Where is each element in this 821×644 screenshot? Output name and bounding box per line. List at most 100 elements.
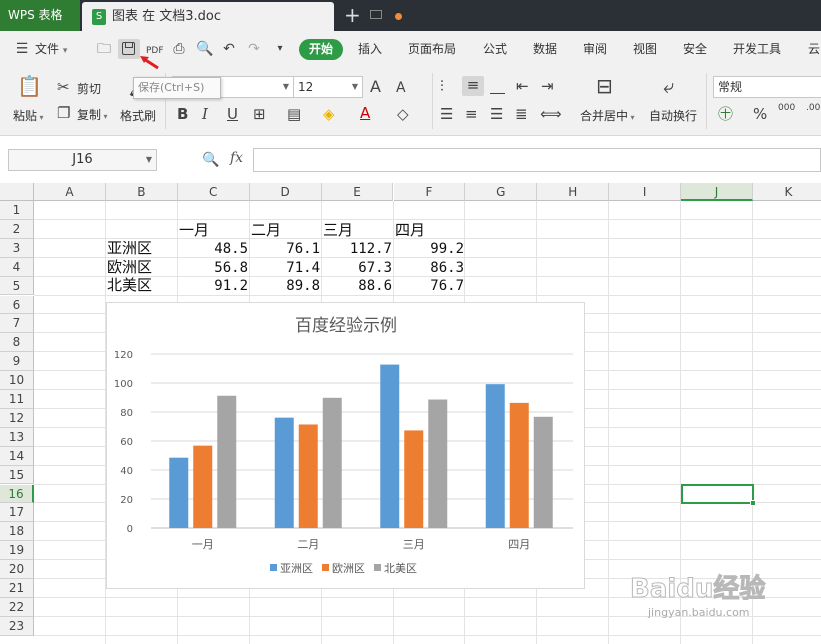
name-box[interactable]: J16 ▼ [8,149,157,171]
tab-developer[interactable]: 开发工具 [733,31,781,67]
data-cell[interactable]: 86.3 [394,259,464,278]
save-icon[interactable] [118,39,140,59]
column-header[interactable]: E [321,183,394,201]
italic-icon[interactable]: I [202,105,208,123]
row-header[interactable]: 19 [0,541,34,561]
borders-icon[interactable]: ⊞ [253,105,266,123]
font-color-icon[interactable]: A [360,104,370,122]
justify-icon[interactable]: ≣ [515,105,528,123]
cut-button[interactable]: 剪切 [77,80,101,97]
row-header[interactable]: 7 [0,314,34,334]
tab-formulas[interactable]: 公式 [483,31,507,67]
data-cell[interactable]: 99.2 [394,240,464,259]
column-header[interactable]: G [465,183,538,201]
column-header[interactable]: F [393,183,466,201]
tab-view[interactable]: 视图 [633,31,657,67]
align-top-icon[interactable]: ⫶ [440,77,444,95]
row-header[interactable]: 2 [0,219,34,239]
row-header[interactable]: 11 [0,390,34,409]
clear-format-icon[interactable]: ◇ [397,105,409,123]
header-cell-mar[interactable]: 三月 [323,221,353,240]
fill-color-icon[interactable]: ◈ [323,105,335,123]
select-all-corner[interactable] [0,183,34,201]
row-header[interactable]: 22 [0,597,34,617]
row-header[interactable]: 16 [0,484,34,504]
number-format-select[interactable]: 常规 [713,76,821,98]
data-cell[interactable]: 88.6 [322,277,392,296]
percent-icon[interactable]: % [753,105,767,123]
data-cell[interactable]: 112.7 [322,240,392,259]
wrap-text-button[interactable]: 自动换行 [649,107,697,124]
monitor-icon[interactable] [370,10,382,19]
row-header[interactable]: 12 [0,408,34,428]
tab-data[interactable]: 数据 [533,31,557,67]
underline-icon[interactable]: U [227,105,238,123]
row-header[interactable]: 8 [0,333,34,353]
open-folder-icon[interactable]: 🗀 [96,41,112,57]
column-header[interactable]: K [753,183,821,201]
file-menu[interactable]: 文件 ▾ [35,31,67,67]
thousands-separator-icon[interactable]: 000 [778,103,795,113]
new-tab-button[interactable]: + [344,3,361,27]
fx-icon[interactable]: fx [230,150,243,166]
tab-home[interactable]: 开始 [299,39,343,60]
currency-icon[interactable]: ㊉ [718,105,733,123]
row-label-asia[interactable]: 亚洲区 [107,239,152,258]
paste-button[interactable]: 粘贴 ▾ [13,107,44,124]
data-cell[interactable]: 48.5 [178,240,248,259]
selected-cell[interactable] [681,484,756,506]
row-header[interactable]: 13 [0,427,34,447]
data-cell[interactable]: 67.3 [322,259,392,278]
row-header[interactable]: 5 [0,276,34,296]
column-header[interactable]: A [34,183,106,201]
font-size-select[interactable]: 12 ▼ [293,76,363,98]
fill-handle[interactable] [750,500,756,506]
data-cell[interactable]: 76.7 [394,277,464,296]
chart[interactable]: 百度经验示例 0 20 40 60 80 100 120 一月 二月 三月 四月 亚洲区 欧洲区 北美区 [106,302,585,589]
print-preview-icon[interactable]: 🔍 [196,41,213,57]
increase-decimal-icon[interactable]: .00 [806,103,820,113]
tab-cloud[interactable]: 云 [808,31,820,67]
format-painter-button[interactable]: 格式刷 [120,107,156,124]
column-header[interactable]: D [249,183,322,201]
row-header[interactable]: 14 [0,446,34,466]
formula-input[interactable] [253,148,821,172]
column-header[interactable]: J [681,183,753,201]
row-header[interactable]: 9 [0,352,34,372]
tab-review[interactable]: 审阅 [583,31,607,67]
row-header[interactable]: 17 [0,503,34,523]
tab-security[interactable]: 安全 [683,31,707,67]
increase-indent-icon[interactable]: ⇥ [541,77,554,95]
copy-button[interactable]: 复制 ▾ [77,106,108,123]
row-header[interactable]: 10 [0,371,34,390]
row-header[interactable]: 1 [0,201,34,220]
row-label-north-america[interactable]: 北美区 [107,276,152,295]
data-cell[interactable]: 89.8 [250,277,320,296]
row-header[interactable]: 4 [0,257,34,277]
align-bottom-icon[interactable]: ⎽ [490,77,505,95]
align-right-icon[interactable]: ☰ [490,105,503,123]
row-header[interactable]: 21 [0,579,34,598]
header-cell-jan[interactable]: 一月 [179,221,209,240]
data-cell[interactable]: 56.8 [178,259,248,278]
paste-icon[interactable]: 📋 [17,76,42,99]
row-header[interactable]: 15 [0,465,34,485]
row-header[interactable]: 20 [0,560,34,579]
zoom-icon[interactable]: 🔍 [202,152,219,168]
align-left-icon[interactable]: ☰ [440,105,453,123]
hamburger-icon[interactable]: ☰ [14,41,30,57]
tab-insert[interactable]: 插入 [358,31,382,67]
header-cell-apr[interactable]: 四月 [395,221,425,240]
bold-icon[interactable]: B [177,105,188,123]
row-header[interactable]: 6 [0,295,34,315]
merge-center-button[interactable]: 合并居中 ▾ [580,107,635,124]
header-cell-feb[interactable]: 二月 [251,221,281,240]
column-header[interactable]: C [177,183,250,201]
row-header[interactable]: 18 [0,522,34,542]
cell-style-icon[interactable]: ▤ [287,105,301,123]
app-menu-tab[interactable]: WPS 表格 [0,0,80,31]
row-label-europe[interactable]: 欧洲区 [107,258,152,277]
print-icon[interactable]: ⎙ [171,41,187,57]
tab-page-layout[interactable]: 页面布局 [408,31,456,67]
undo-icon[interactable]: ↶ [221,41,237,57]
